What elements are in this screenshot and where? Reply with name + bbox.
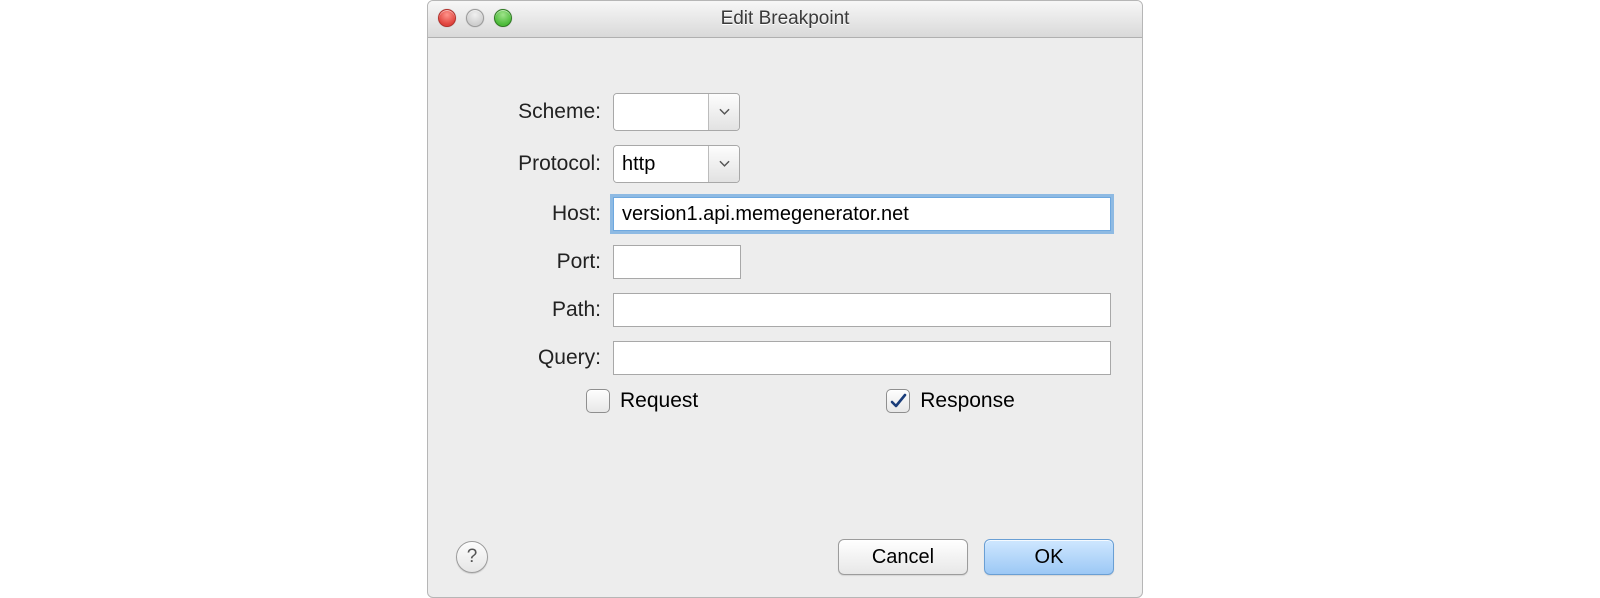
- scheme-label: Scheme:: [456, 100, 613, 124]
- ok-button[interactable]: OK: [984, 539, 1114, 575]
- protocol-dropdown-button[interactable]: [708, 146, 739, 182]
- check-row: Request Response: [586, 389, 1114, 413]
- request-checkbox-label: Request: [620, 389, 698, 413]
- protocol-input[interactable]: [614, 146, 708, 182]
- chevron-down-icon: [719, 160, 730, 168]
- window-title: Edit Breakpoint: [721, 8, 850, 30]
- response-checkbox-label: Response: [920, 389, 1015, 413]
- check-icon: [889, 392, 907, 410]
- host-input[interactable]: [613, 197, 1111, 231]
- query-label: Query:: [456, 346, 613, 370]
- scheme-combo[interactable]: [613, 93, 740, 131]
- zoom-icon[interactable]: [494, 9, 512, 27]
- path-label: Path:: [456, 298, 613, 322]
- request-checkbox[interactable]: [586, 389, 610, 413]
- cancel-button[interactable]: Cancel: [838, 539, 968, 575]
- response-checkbox[interactable]: [886, 389, 910, 413]
- minimize-icon[interactable]: [466, 9, 484, 27]
- dialog-footer: ? Cancel OK: [428, 539, 1142, 575]
- scheme-input[interactable]: [614, 94, 708, 130]
- chevron-down-icon: [719, 108, 730, 116]
- port-input[interactable]: [613, 245, 741, 279]
- edit-breakpoint-window: Edit Breakpoint Scheme: Protocol:: [427, 0, 1143, 598]
- response-checkbox-wrap[interactable]: Response: [886, 389, 1015, 413]
- protocol-row: Protocol:: [456, 145, 1114, 183]
- window-controls: [438, 9, 512, 27]
- host-row: Host:: [456, 197, 1114, 231]
- help-button[interactable]: ?: [456, 541, 488, 573]
- scheme-row: Scheme:: [456, 93, 1114, 131]
- cancel-button-label: Cancel: [872, 546, 934, 568]
- close-icon[interactable]: [438, 9, 456, 27]
- titlebar: Edit Breakpoint: [428, 1, 1142, 38]
- scheme-dropdown-button[interactable]: [708, 94, 739, 130]
- port-row: Port:: [456, 245, 1114, 279]
- path-row: Path:: [456, 293, 1114, 327]
- help-icon: ?: [467, 546, 478, 568]
- ok-button-label: OK: [1035, 546, 1064, 568]
- protocol-label: Protocol:: [456, 152, 613, 176]
- query-row: Query:: [456, 341, 1114, 375]
- port-label: Port:: [456, 250, 613, 274]
- breakpoint-form: Scheme: Protocol:: [428, 38, 1142, 413]
- request-checkbox-wrap[interactable]: Request: [586, 389, 698, 413]
- query-input[interactable]: [613, 341, 1111, 375]
- host-label: Host:: [456, 202, 613, 226]
- path-input[interactable]: [613, 293, 1111, 327]
- protocol-combo[interactable]: [613, 145, 740, 183]
